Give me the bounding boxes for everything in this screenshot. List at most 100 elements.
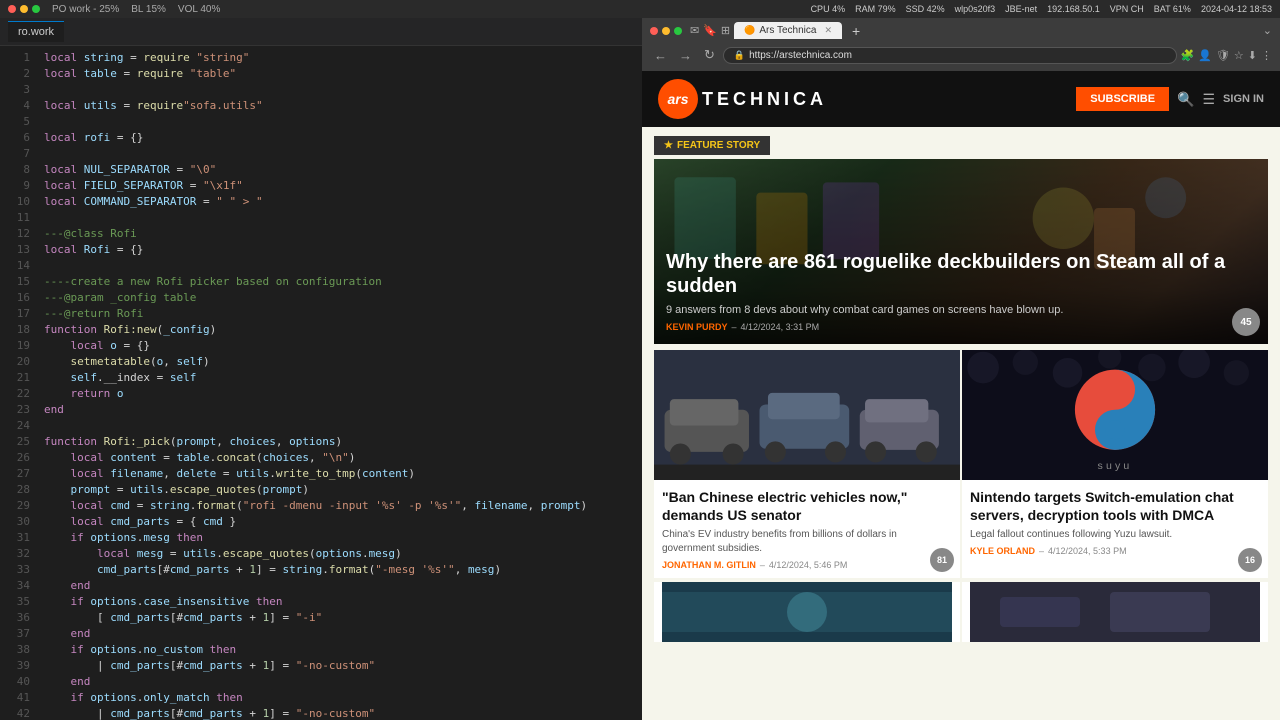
shield-icon[interactable]: 🛡: [1216, 49, 1230, 62]
back-button[interactable]: ←: [650, 46, 671, 65]
feature-story-subtitle: 9 answers from 8 devs about why combat c…: [666, 304, 1256, 316]
datetime-stat: 2024-04-12 18:53: [1201, 4, 1272, 14]
extensions-icon[interactable]: 🧩: [1181, 49, 1195, 62]
feature-comment-count[interactable]: 45: [1232, 308, 1260, 336]
browser-expand-icon[interactable]: ⌄: [1263, 24, 1272, 37]
article-ev-thumbnail: [654, 350, 960, 480]
code-content: 12345 678910 1112131415 1617181920 21222…: [0, 46, 642, 720]
browser-nav-row: ← → ↻ 🔒 https://arstechnica.com 🧩 👤 🛡 ☆ …: [650, 43, 1272, 67]
article-ev-title: "Ban Chinese electric vehicles now," dem…: [662, 488, 952, 524]
feature-story-card[interactable]: Why there are 861 roguelike deckbuilders…: [654, 159, 1268, 344]
code-tab-label: ro.work: [18, 26, 54, 38]
article-nintendo-title: Nintendo targets Switch-emulation chat s…: [970, 488, 1260, 524]
hamburger-icon[interactable]: ☰: [1202, 91, 1215, 108]
browser-top-row: ✉ 🔖 ⊞ 🟠 Ars Technica ✕ + ⌄: [650, 22, 1272, 39]
reload-button[interactable]: ↻: [700, 45, 719, 65]
download-icon[interactable]: ⬇: [1248, 49, 1257, 62]
browser-window-controls: [650, 27, 682, 35]
article-ev-date: 4/12/2024, 5:46 PM: [769, 560, 848, 570]
article-nintendo-comments[interactable]: 16: [1238, 548, 1262, 572]
system-stats: CPU 4% RAM 79% SSD 42% wlp0s20f3 JBE-net…: [811, 4, 1272, 14]
ram-stat: RAM 79%: [855, 4, 896, 14]
feature-badge-text: FEATURE STORY: [677, 140, 760, 151]
close-dot[interactable]: [8, 5, 16, 13]
mail-icon[interactable]: ✉: [690, 24, 699, 37]
jbe-stat: JBE-net: [1005, 4, 1037, 14]
article-nintendo-body: Nintendo targets Switch-emulation chat s…: [962, 480, 1268, 564]
profile-icon[interactable]: 👤: [1198, 49, 1212, 62]
settings-icon[interactable]: ⋮: [1261, 49, 1272, 62]
feature-story-author: KEVIN PURDY: [666, 322, 728, 332]
workspace-label: PO work - 25%: [52, 4, 119, 15]
bottom-card-1[interactable]: [654, 582, 960, 642]
main-layout: ro.work 12345 678910 1112131415 16171819…: [0, 18, 1280, 720]
code-editor-pane: ro.work 12345 678910 1112131415 16171819…: [0, 18, 642, 720]
browser-tab-label: Ars Technica: [759, 25, 816, 36]
feature-story-meta: KEVIN PURDY – 4/12/2024, 3:31 PM: [666, 322, 1256, 332]
subscribe-button[interactable]: SUBSCRIBE: [1076, 87, 1169, 111]
browser-maximize-dot[interactable]: [674, 27, 682, 35]
browser-minimize-dot[interactable]: [662, 27, 670, 35]
browser-close-dot[interactable]: [650, 27, 658, 35]
article-ev-dash: –: [760, 560, 765, 570]
lock-icon: 🔒: [734, 50, 745, 61]
article-nintendo-dash: –: [1039, 546, 1044, 556]
article-nintendo-date: 4/12/2024, 5:33 PM: [1048, 546, 1127, 556]
article-nintendo-desc: Legal fallout continues following Yuzu l…: [970, 528, 1260, 542]
browser-chrome: ✉ 🔖 ⊞ 🟠 Ars Technica ✕ + ⌄ ← → ↻ 🔒 https…: [642, 18, 1280, 71]
url-text: https://arstechnica.com: [749, 50, 852, 61]
browser-pane: ✉ 🔖 ⊞ 🟠 Ars Technica ✕ + ⌄ ← → ↻ 🔒 https…: [642, 18, 1280, 720]
star-icon[interactable]: ☆: [1234, 49, 1244, 62]
code-tab-bar: ro.work: [0, 18, 642, 46]
ars-header-right: SUBSCRIBE 🔍 ☰ SIGN IN: [1076, 87, 1264, 111]
minimize-dot[interactable]: [20, 5, 28, 13]
ars-logo-wordmark: TECHNICA: [702, 89, 827, 110]
feature-badge: ★ FEATURE STORY: [654, 136, 770, 155]
feature-story-date: 4/12/2024, 3:31 PM: [741, 322, 820, 332]
forward-button[interactable]: →: [675, 46, 696, 65]
bookmark-icon[interactable]: 🔖: [703, 24, 717, 37]
ars-header: ars TECHNICA SUBSCRIBE 🔍 ☰ SIGN IN: [642, 71, 1280, 127]
top-bar: PO work - 25% BL 15% VOL 40% CPU 4% RAM …: [0, 0, 1280, 18]
search-icon[interactable]: 🔍: [1177, 91, 1194, 108]
ars-content: ars TECHNICA SUBSCRIBE 🔍 ☰ SIGN IN ★ FEA…: [642, 71, 1280, 720]
cpu-stat: CPU 4%: [811, 4, 846, 14]
svg-text:suyu: suyu: [1098, 460, 1133, 472]
code-tab[interactable]: ro.work: [8, 21, 64, 42]
ars-logo-letters: ars: [667, 91, 688, 107]
article-nintendo-thumbnail: suyu: [962, 350, 1268, 480]
code-text[interactable]: local string = require "string" local ta…: [36, 46, 642, 720]
bottom-card-2[interactable]: [962, 582, 1268, 642]
feature-section: ★ FEATURE STORY: [642, 127, 1280, 348]
article-card-ev[interactable]: "Ban Chinese electric vehicles now," dem…: [654, 350, 960, 578]
article-nintendo-author: KYLE ORLAND: [970, 546, 1035, 556]
window-controls: [8, 5, 40, 13]
bottom-article-grid: [642, 580, 1280, 650]
feature-story-dash: –: [732, 322, 737, 332]
maximize-dot[interactable]: [32, 5, 40, 13]
bat-stat: BAT 61%: [1154, 4, 1191, 14]
star-icon: ★: [664, 140, 673, 151]
url-bar[interactable]: 🔒 https://arstechnica.com: [723, 47, 1177, 64]
article-card-nintendo[interactable]: suyu Nintendo targets Switch-emulation c…: [962, 350, 1268, 578]
ars-logo[interactable]: ars TECHNICA: [658, 79, 827, 119]
article-ev-author: JONATHAN M. GITLIN: [662, 560, 756, 570]
ars-favicon: 🟠: [744, 25, 755, 36]
new-tab-button[interactable]: +: [846, 23, 866, 39]
feature-story-title: Why there are 861 roguelike deckbuilders…: [666, 250, 1256, 298]
article-ev-body: "Ban Chinese electric vehicles now," dem…: [654, 480, 960, 578]
ars-logo-circle: ars: [658, 79, 698, 119]
browser-tab-close-btn[interactable]: ✕: [824, 25, 832, 36]
ssd-stat: SSD 42%: [906, 4, 945, 14]
article-ev-desc: China's EV industry benefits from billio…: [662, 528, 952, 556]
feature-story-image: Why there are 861 roguelike deckbuilders…: [654, 159, 1268, 344]
wifi-stat: wlp0s20f3: [955, 4, 996, 14]
browser-active-tab[interactable]: 🟠 Ars Technica ✕: [734, 22, 842, 39]
article-grid: "Ban Chinese electric vehicles now," dem…: [642, 348, 1280, 580]
browser-action-icons: 🧩 👤 🛡 ☆ ⬇ ⋮: [1181, 49, 1272, 62]
sign-in-button[interactable]: SIGN IN: [1223, 93, 1264, 105]
vpn-stat: VPN CH: [1110, 4, 1144, 14]
line-numbers: 12345 678910 1112131415 1617181920 21222…: [0, 46, 36, 720]
bl-label: BL 15%: [131, 4, 166, 15]
apps-icon[interactable]: ⊞: [721, 24, 730, 37]
